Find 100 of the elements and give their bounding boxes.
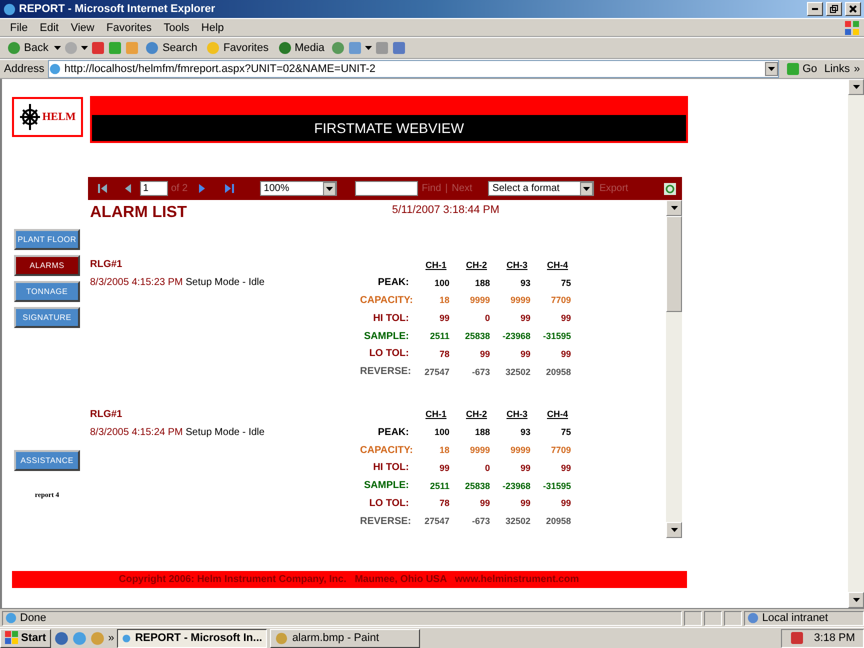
menu-item[interactable]: View [64,22,100,34]
caret-icon [670,206,678,210]
table-cell-text: 99 [560,498,571,508]
menu-item[interactable]: Favorites [100,22,158,34]
close-icon [849,5,857,13]
caret-icon [670,528,678,532]
previous-page-icon[interactable] [125,184,131,193]
table-cell-text: -31595 [542,331,571,342]
banner-title: FIRSTMATE WEBVIEW [314,120,464,136]
nav-button[interactable]: TONNAGE [14,281,80,302]
caret-icon [54,46,62,50]
table-cell-text: 20958 [544,516,571,526]
ship-wheel-icon [19,102,42,132]
status-panel [724,610,742,626]
page-field[interactable]: 1 [140,181,168,196]
menu-item[interactable]: Tools [158,22,196,34]
menu-item[interactable]: Edit [34,22,65,34]
row-label: HI TOL: [372,312,409,324]
column-header: CH-4 [546,260,569,270]
format-select[interactable]: Select a format [488,181,594,196]
unit-name: RLG#1 [90,259,124,270]
search-button[interactable]: Search [142,38,200,58]
nav-button[interactable]: PLANT FLOOR [14,229,80,250]
address-field[interactable]: http://localhost/helmfm/fmreport.aspx?UNIT=02&NAME=UNIT-2 [48,60,778,78]
alarm-entry: 8/3/2005 4:15:24 PM Setup Mode - Idle [90,426,266,438]
table-cell-text: 100 [433,427,450,438]
report-scrollbar[interactable] [666,200,682,538]
table-cell-text: 32502 [504,366,530,377]
table-cell-text: -23968 [501,480,530,491]
media-button[interactable]: Media [274,38,328,58]
table-cell-text: 99 [560,313,571,324]
caret-icon [81,46,88,50]
windows-flag-icon [844,20,860,36]
table-cell-text: 100 [433,278,450,288]
table-cell-text: 188 [474,278,490,288]
taskbar-button[interactable]: alarm.bmp - Paint [270,628,420,648]
table-cell-text: 93 [519,427,530,438]
report-title: ALARM LIST [90,204,188,222]
table-cell-text: 9999 [509,445,530,456]
table-cell-text: 99 [438,313,450,324]
menu-item[interactable]: File [4,22,34,34]
last-page-icon[interactable] [224,184,234,193]
taskbar-button[interactable]: REPORT - Microsoft In... [117,628,268,648]
table-cell-text: 99 [560,348,571,359]
clock: 3:18 PM [814,632,855,644]
table-cell-text: 0 [484,462,490,473]
table-cell-text: 99 [560,462,571,473]
page-count: of 2 [171,183,188,194]
menu-item[interactable]: Help [195,22,230,34]
row-label: HI TOL: [372,462,409,474]
status-panel [704,610,722,626]
column-header: CH-1 [424,409,448,420]
links-label[interactable]: Links [824,63,850,75]
table-cell-text: -23968 [501,331,530,342]
nav-button[interactable]: ALARMS [14,255,80,276]
copyright-footer: Copyright 2006: Helm Instrument Company, Inc. Maumee, Ohio USA www.helminstrument.com [12,571,687,588]
minimize-icon [812,8,818,10]
restore-button[interactable] [826,2,842,16]
go-button[interactable]: Go [782,59,820,79]
status-panel [684,610,702,626]
table-cell-text: 99 [478,348,490,359]
table-cell-text: 99 [519,348,530,359]
start-button[interactable]: Start [0,628,52,648]
page-scrollbar[interactable] [848,79,864,608]
row-label: LO TOL: [368,348,409,360]
table-cell-text: 9999 [509,295,530,306]
column-header: CH-2 [464,260,488,270]
nav-button[interactable]: SIGNATURE [14,307,80,328]
first-page-icon[interactable] [98,184,107,193]
table-cell-text: -673 [470,516,490,526]
chevron[interactable]: » [108,632,114,644]
row-label: REVERSE: [360,516,409,527]
column-header: CH-2 [464,409,488,420]
table-cell-text: 78 [438,498,450,508]
table-cell-text: 32502 [504,516,530,526]
window-title: REPORT - Microsoft Internet Explorer [19,3,216,15]
column-header: CH-1 [424,260,448,270]
column-header: CH-3 [505,409,528,420]
table-cell-text: 99 [438,462,450,473]
table-cell-text: 7709 [550,445,571,456]
table-cell-text: -673 [470,366,490,377]
helm-logo: HELM [12,97,83,137]
caret-icon [768,67,774,71]
assistance-button[interactable]: ASSISTANCE [14,450,80,471]
close-button[interactable] [845,2,861,16]
table-cell-text: 75 [560,278,571,288]
back-button[interactable]: Back [4,38,52,58]
restore-icon [830,5,838,13]
table-cell-text: 20958 [544,366,571,377]
table-cell-text: 25838 [464,480,490,491]
minimize-button[interactable] [807,2,823,16]
favorites-button[interactable]: Favorites [203,38,272,58]
find-field[interactable] [354,181,418,196]
table-cell-text: -31595 [542,480,571,491]
caret-icon [852,85,860,89]
table-cell-text: 99 [519,462,530,473]
chevron[interactable]: » [854,63,860,75]
table-cell-text: 0 [484,313,490,324]
next-page-icon[interactable] [198,184,205,193]
zoom-select[interactable]: 100% [260,181,337,196]
